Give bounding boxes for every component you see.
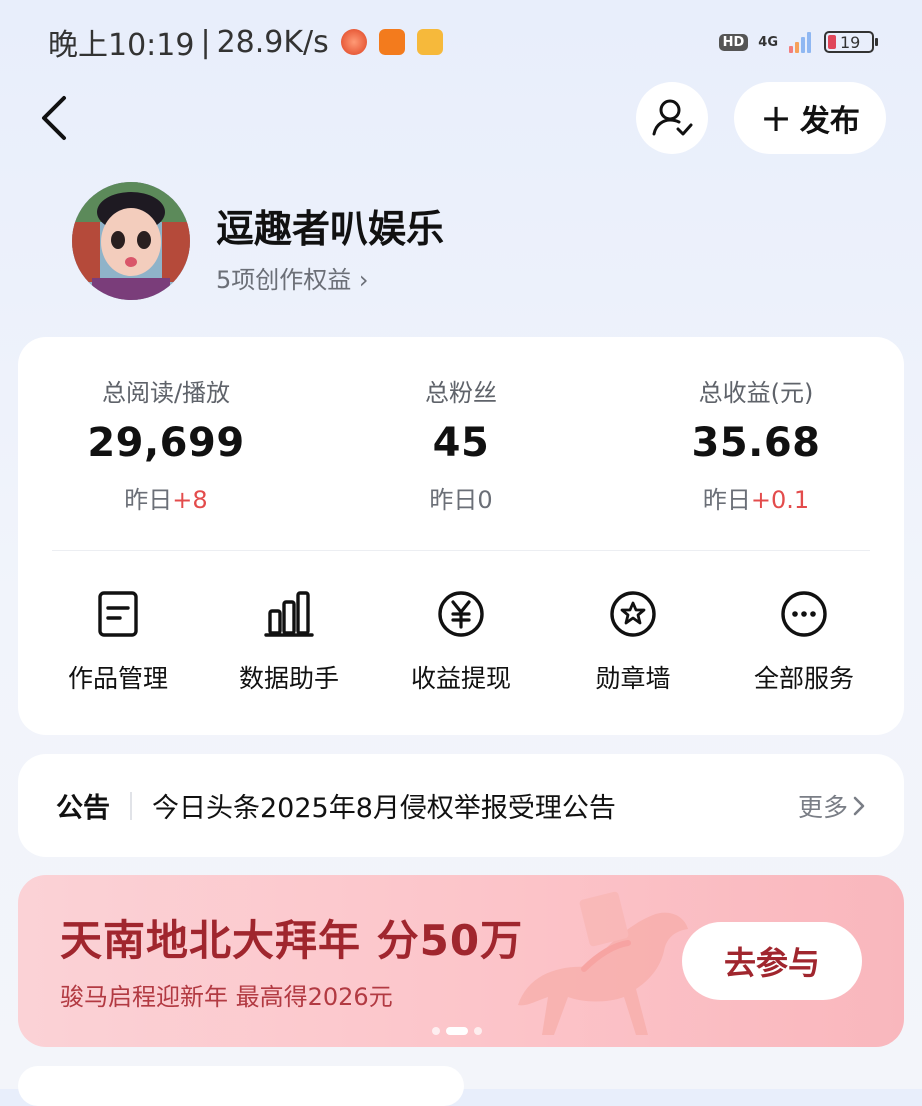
join-button[interactable]: 去参与 bbox=[682, 922, 862, 1000]
profile-name: 逗趣者叭娱乐 bbox=[216, 207, 445, 251]
medal-icon bbox=[610, 591, 656, 637]
stats-card: 总阅读/播放 29,699 昨日+8 总粉丝 45 昨日0 总收益(元) 35.… bbox=[18, 337, 904, 735]
services-row: 作品管理 数据助手 收益提现 勋章墙 全部服务 bbox=[18, 581, 904, 701]
service-all-services[interactable]: 全部服务 bbox=[718, 581, 890, 695]
stats-divider bbox=[52, 550, 870, 551]
stat-delta: 昨日0 bbox=[331, 480, 591, 515]
status-left: 晚上10:19 | 28.9K/s bbox=[48, 20, 443, 64]
service-medal-wall[interactable]: 勋章墙 bbox=[547, 581, 719, 695]
user-follow-button[interactable] bbox=[636, 82, 708, 154]
document-icon bbox=[98, 591, 138, 637]
hd-badge: HD bbox=[718, 33, 749, 51]
notice-card[interactable]: 公告 今日头条2025年8月侵权举报受理公告 更多 bbox=[18, 754, 904, 857]
nav-bar: + 发布 bbox=[0, 82, 922, 154]
stat-total-fans[interactable]: 总粉丝 45 昨日0 bbox=[331, 373, 591, 515]
back-button[interactable] bbox=[36, 92, 76, 144]
stat-delta-value: +8 bbox=[172, 486, 208, 514]
battery-level: 19 bbox=[840, 32, 861, 52]
notes-app-icon bbox=[416, 29, 443, 55]
service-label: 数据助手 bbox=[238, 664, 339, 693]
carousel-dots bbox=[432, 1027, 482, 1035]
stat-value: 29,699 bbox=[87, 420, 245, 466]
carousel-dot-active[interactable] bbox=[446, 1027, 468, 1035]
carousel-dot[interactable] bbox=[474, 1027, 482, 1035]
stat-delta-prefix: 昨日 bbox=[702, 486, 751, 514]
stat-delta: 昨日+0.1 bbox=[626, 480, 886, 515]
wallet-app-icon bbox=[378, 29, 405, 55]
user-check-icon bbox=[652, 99, 693, 136]
plus-icon: + bbox=[760, 96, 792, 140]
signal-icon bbox=[789, 32, 811, 53]
banner-title: 天南地北大拜年 分50万 bbox=[60, 916, 524, 965]
stat-delta: 昨日+8 bbox=[36, 480, 296, 515]
notice-more-label: 更多 bbox=[797, 792, 848, 822]
service-label: 全部服务 bbox=[753, 664, 854, 693]
stat-label: 总粉丝 bbox=[425, 379, 497, 407]
next-card-peek bbox=[18, 1066, 464, 1106]
chevron-right-icon bbox=[853, 796, 865, 815]
stat-delta-prefix: 昨日 bbox=[124, 486, 173, 514]
notice-more-link[interactable]: 更多 bbox=[798, 788, 866, 824]
banner-subtitle: 骏马启程迎新年 最高得2026元 bbox=[60, 983, 393, 1011]
publish-label: 发布 bbox=[799, 104, 860, 139]
carousel-dot[interactable] bbox=[432, 1027, 440, 1035]
publish-button[interactable]: + 发布 bbox=[734, 82, 886, 154]
stats-row: 总阅读/播放 29,699 昨日+8 总粉丝 45 昨日0 总收益(元) 35.… bbox=[18, 373, 904, 523]
stat-delta-prefix: 昨日0 bbox=[429, 486, 493, 514]
battery-fill bbox=[828, 35, 836, 49]
stat-delta-value: +0.1 bbox=[750, 486, 810, 514]
stat-value: 45 bbox=[432, 420, 490, 466]
profile-header: 逗趣者叭娱乐 5项创作权益 › bbox=[72, 182, 872, 302]
creator-rights-link[interactable]: 5项创作权益 › bbox=[216, 260, 369, 295]
yuan-icon bbox=[438, 591, 484, 637]
stat-label: 总阅读/播放 bbox=[101, 379, 231, 407]
back-arrow-icon bbox=[42, 96, 66, 140]
network-type: 4G bbox=[758, 34, 778, 50]
avatar-image bbox=[72, 182, 190, 300]
stat-total-earnings[interactable]: 总收益(元) 35.68 昨日+0.1 bbox=[626, 373, 886, 515]
more-icon bbox=[781, 591, 827, 637]
service-data-assistant[interactable]: 数据助手 bbox=[203, 581, 375, 695]
service-earnings-withdraw[interactable]: 收益提现 bbox=[375, 581, 547, 695]
status-speed: 28.9K/s bbox=[216, 24, 329, 60]
service-label: 勋章墙 bbox=[595, 664, 671, 693]
status-app-icons bbox=[340, 29, 443, 55]
battery-icon: 19 bbox=[824, 31, 878, 53]
notice-tag: 公告 bbox=[56, 793, 110, 824]
service-works-management[interactable]: 作品管理 bbox=[32, 581, 204, 695]
service-label: 作品管理 bbox=[67, 664, 168, 693]
status-right: HD 4G 19 bbox=[718, 30, 878, 54]
stat-label: 总收益(元) bbox=[698, 379, 814, 407]
alarm-clock-icon bbox=[340, 29, 367, 55]
service-label: 收益提现 bbox=[410, 664, 511, 693]
avatar[interactable] bbox=[72, 182, 190, 300]
stat-value: 35.68 bbox=[691, 420, 821, 466]
bar-chart-icon bbox=[264, 591, 314, 637]
notice-text[interactable]: 今日头条2025年8月侵权举报受理公告 bbox=[152, 786, 798, 825]
status-divider: | bbox=[200, 24, 211, 60]
promo-banner[interactable]: 天南地北大拜年 分50万 骏马启程迎新年 最高得2026元 去参与 bbox=[18, 875, 904, 1047]
status-bar: 晚上10:19 | 28.9K/s HD 4G 19 bbox=[0, 0, 922, 84]
status-time: 晚上10:19 bbox=[48, 28, 195, 63]
notice-separator bbox=[130, 791, 132, 820]
stat-total-reads[interactable]: 总阅读/播放 29,699 昨日+8 bbox=[36, 373, 296, 515]
